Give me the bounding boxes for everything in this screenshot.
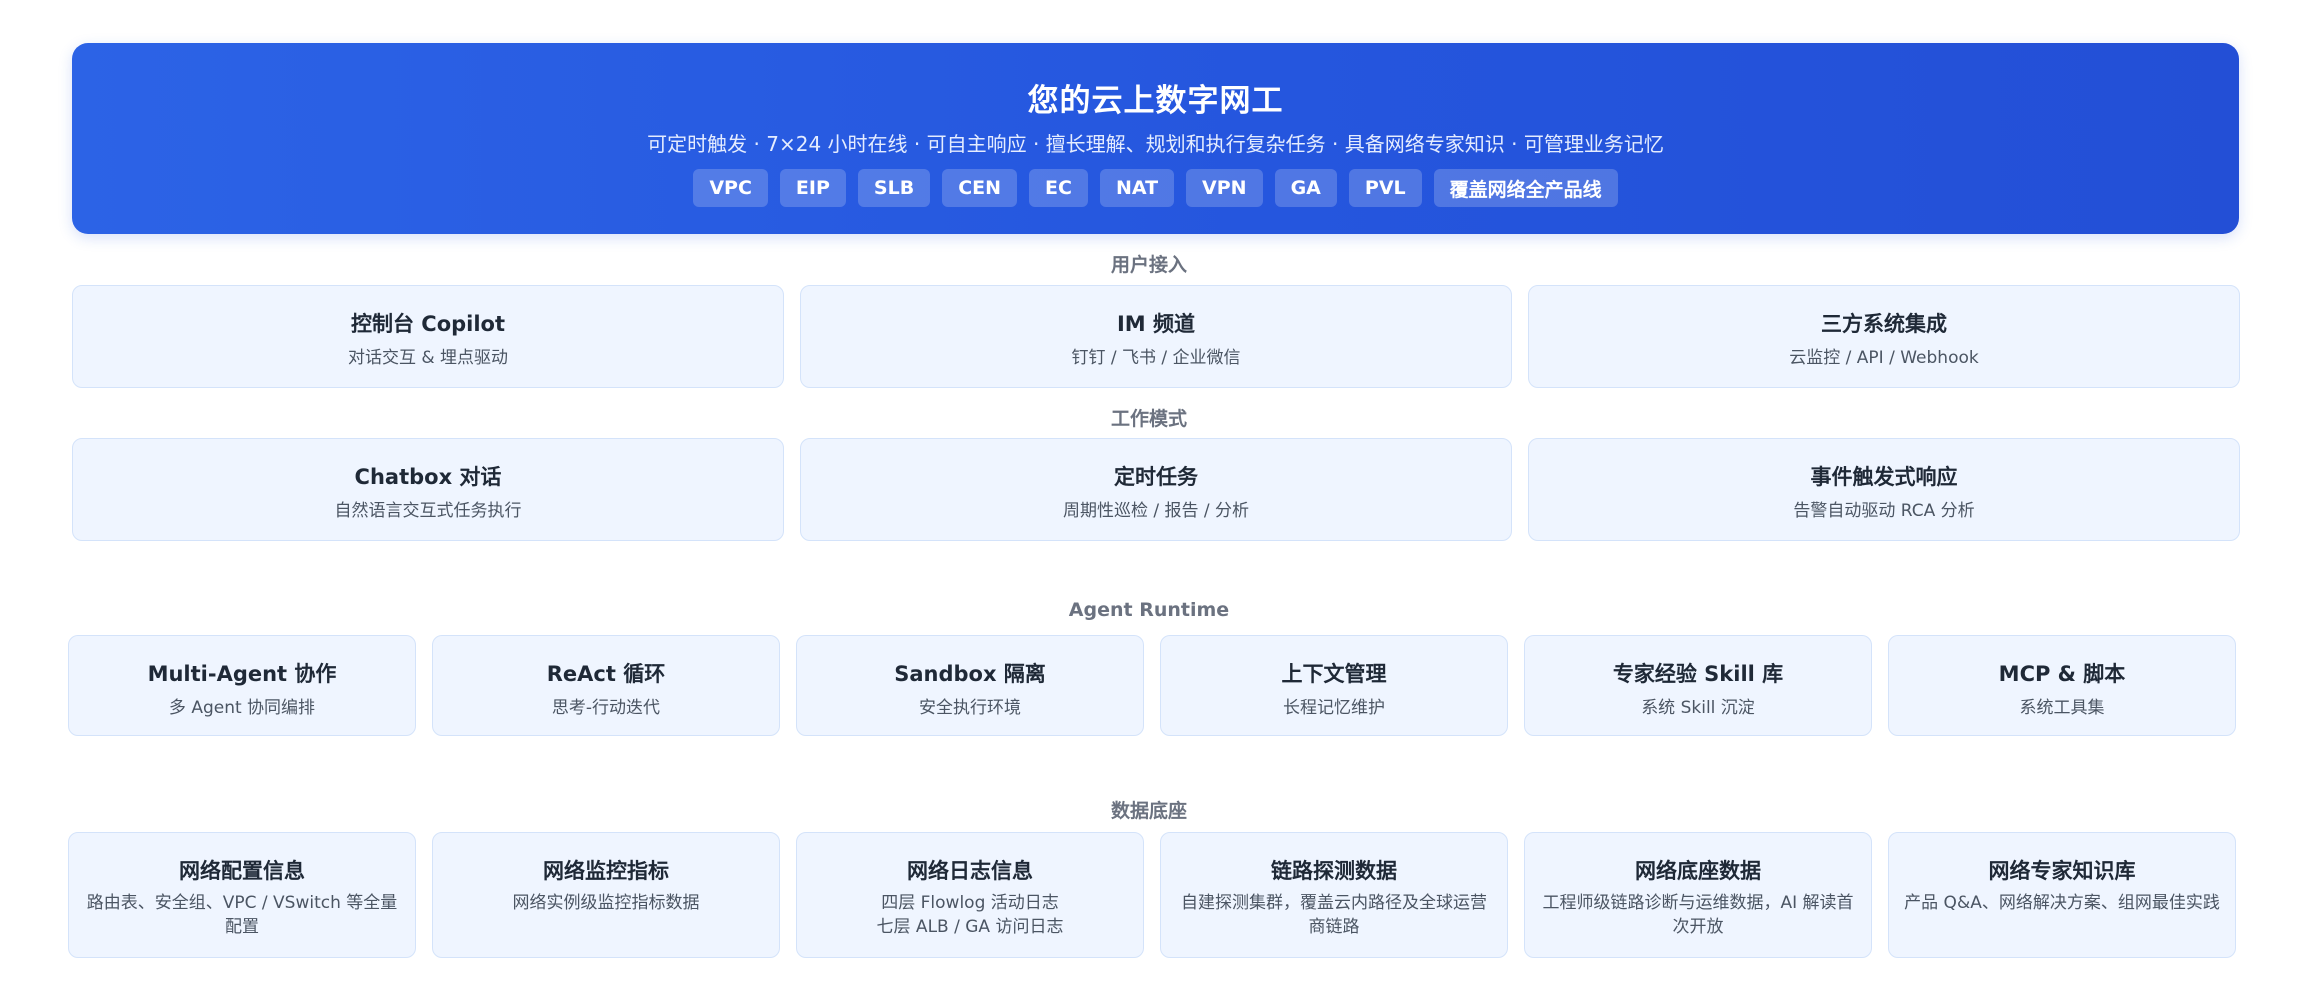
hero-subtitle: 可定时触发 · 7×24 小时在线 · 可自主响应 · 擅长理解、规划和执行复杂…	[647, 132, 1664, 156]
card-desc: 系统工具集	[2019, 698, 2105, 718]
card-title: Sandbox 隔离	[894, 662, 1046, 686]
product-tag-eip: EIP	[779, 169, 846, 207]
data-card-config: 网络配置信息 路由表、安全组、VPC / VSwitch 等全量配置	[68, 832, 416, 958]
card-desc-line2: 七层 ALB / GA 访问日志	[876, 917, 1064, 937]
access-row: 控制台 Copilot 对话交互 & 埋点驱动 IM 频道 钉钉 / 飞书 / …	[72, 285, 2240, 388]
card-desc: 四层 Flowlog 活动日志	[881, 893, 1059, 913]
card-title: Chatbox 对话	[354, 465, 502, 489]
runtime-card-react: ReAct 循环 思考-行动迭代	[432, 635, 780, 736]
product-tag-list: VPC EIP SLB CEN EC NAT VPN GA PVL 覆盖网络全产…	[72, 169, 2239, 207]
card-title: 定时任务	[1114, 465, 1198, 489]
runtime-card-skill: 专家经验 Skill 库 系统 Skill 沉淀	[1524, 635, 1872, 736]
card-desc: 自建探测集群，覆盖云内路径及全球运营商链路	[1181, 893, 1487, 937]
card-desc: 告警自动驱动 RCA 分析	[1793, 501, 1975, 521]
section-label-runtime: Agent Runtime	[1068, 599, 1230, 621]
card-title: ReAct 循环	[546, 662, 666, 686]
data-card-metrics: 网络监控指标 网络实例级监控指标数据	[432, 832, 780, 958]
card-desc: 长程记忆维护	[1283, 698, 1385, 718]
runtime-card-mcp: MCP & 脚本 系统工具集	[1888, 635, 2236, 736]
card-desc: 周期性巡检 / 报告 / 分析	[1062, 501, 1250, 521]
section-label-data: 数据底座	[1110, 800, 1187, 822]
section-label-access: 用户接入	[1110, 254, 1187, 276]
card-title: 网络日志信息	[907, 859, 1033, 883]
card-title: 网络专家知识库	[1988, 859, 2136, 883]
card-desc: 网络实例级监控指标数据	[512, 893, 700, 913]
runtime-row: Multi-Agent 协作 多 Agent 协同编排 ReAct 循环 思考-…	[68, 635, 2236, 736]
product-tag-cen: CEN	[942, 169, 1018, 207]
modes-row: Chatbox 对话 自然语言交互式任务执行 定时任务 周期性巡检 / 报告 /…	[72, 438, 2240, 541]
card-title: MCP & 脚本	[1998, 662, 2126, 686]
product-tag-ga: GA	[1274, 169, 1337, 207]
card-desc: 对话交互 & 埋点驱动	[347, 348, 509, 368]
mode-card-chatbox: Chatbox 对话 自然语言交互式任务执行	[72, 438, 784, 541]
data-row: 网络配置信息 路由表、安全组、VPC / VSwitch 等全量配置 网络监控指…	[68, 832, 2236, 958]
runtime-card-sandbox: Sandbox 隔离 安全执行环境	[796, 635, 1144, 736]
product-tag-nat: NAT	[1099, 169, 1175, 207]
access-card-copilot: 控制台 Copilot 对话交互 & 埋点驱动	[72, 285, 784, 388]
mode-card-scheduled: 定时任务 周期性巡检 / 报告 / 分析	[800, 438, 1512, 541]
data-card-probe: 链路探测数据 自建探测集群，覆盖云内路径及全球运营商链路	[1160, 832, 1508, 958]
card-title: 上下文管理	[1281, 662, 1387, 686]
product-tag-all: 覆盖网络全产品线	[1433, 169, 1618, 207]
card-title: 专家经验 Skill 库	[1612, 662, 1784, 686]
card-title: 控制台 Copilot	[350, 312, 506, 336]
data-card-knowledge: 网络专家知识库 产品 Q&A、网络解决方案、组网最佳实践	[1888, 832, 2236, 958]
card-desc: 思考-行动迭代	[551, 698, 661, 718]
product-tag-vpc: VPC	[693, 169, 768, 207]
card-title: IM 频道	[1116, 312, 1196, 336]
mode-card-event: 事件触发式响应 告警自动驱动 RCA 分析	[1528, 438, 2240, 541]
hero-title: 您的云上数字网工	[1027, 83, 1284, 119]
product-tag-pvl: PVL	[1348, 169, 1422, 207]
access-card-third-party: 三方系统集成 云监控 / API / Webhook	[1528, 285, 2240, 388]
runtime-card-context: 上下文管理 长程记忆维护	[1160, 635, 1508, 736]
card-desc: 云监控 / API / Webhook	[1789, 348, 1979, 368]
card-desc: 路由表、安全组、VPC / VSwitch 等全量配置	[86, 893, 398, 937]
card-desc: 安全执行环境	[919, 698, 1021, 718]
card-title: 网络底座数据	[1635, 859, 1761, 883]
card-desc: 钉钉 / 飞书 / 企业微信	[1071, 348, 1241, 368]
card-title: Multi-Agent 协作	[147, 662, 337, 686]
card-title: 事件触发式响应	[1810, 465, 1958, 489]
data-card-logs: 网络日志信息 四层 Flowlog 活动日志 七层 ALB / GA 访问日志	[796, 832, 1144, 958]
product-tag-vpn: VPN	[1186, 169, 1263, 207]
architecture-diagram: 您的云上数字网工 可定时触发 · 7×24 小时在线 · 可自主响应 · 擅长理…	[0, 0, 2298, 992]
card-desc: 产品 Q&A、网络解决方案、组网最佳实践	[1904, 893, 2220, 913]
product-tag-slb: SLB	[857, 169, 931, 207]
card-desc: 自然语言交互式任务执行	[334, 501, 522, 521]
access-card-im: IM 频道 钉钉 / 飞书 / 企业微信	[800, 285, 1512, 388]
card-title: 链路探测数据	[1271, 859, 1397, 883]
section-label-modes: 工作模式	[1110, 408, 1187, 430]
product-tag-ec: EC	[1029, 169, 1088, 207]
card-desc: 工程师级链路诊断与运维数据，AI 解读首次开放	[1542, 893, 1854, 937]
runtime-card-multi-agent: Multi-Agent 协作 多 Agent 协同编排	[68, 635, 416, 736]
data-card-foundation: 网络底座数据 工程师级链路诊断与运维数据，AI 解读首次开放	[1524, 832, 1872, 958]
hero-banner: 您的云上数字网工 可定时触发 · 7×24 小时在线 · 可自主响应 · 擅长理…	[72, 43, 2239, 234]
card-desc: 系统 Skill 沉淀	[1641, 698, 1755, 718]
card-title: 三方系统集成	[1821, 312, 1947, 336]
card-title: 网络监控指标	[543, 859, 669, 883]
card-desc: 多 Agent 协同编排	[168, 698, 316, 718]
card-title: 网络配置信息	[179, 859, 305, 883]
